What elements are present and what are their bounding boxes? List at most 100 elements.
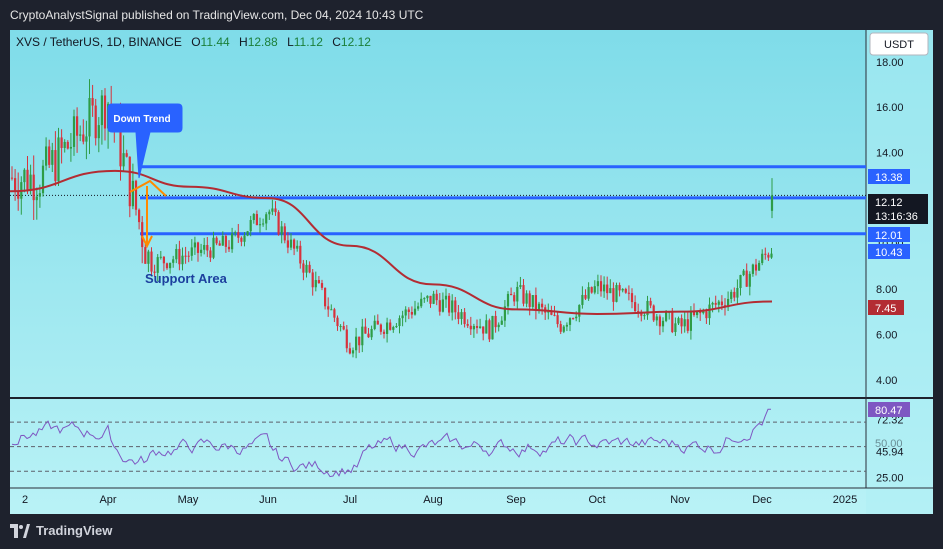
tradingview-brand[interactable]: TradingView (10, 523, 112, 538)
candle-body (196, 242, 200, 253)
candle-body (82, 134, 85, 142)
candle-body (286, 240, 289, 248)
candle-body (85, 136, 88, 142)
candle-body (187, 255, 190, 257)
candle-body (534, 295, 537, 311)
candle-body (519, 285, 522, 287)
candle-body (572, 318, 575, 320)
candle-body (665, 312, 668, 321)
candle-body (745, 270, 748, 287)
candle-body (423, 298, 426, 300)
candle-body (454, 300, 457, 313)
candle-body (680, 318, 683, 327)
candle-body (175, 248, 178, 260)
price-chart[interactable]: 18.0016.0014.0012.0010.008.006.004.00 72… (0, 0, 943, 549)
candle-body (714, 302, 717, 305)
candle-body (606, 284, 609, 294)
candle-body (324, 287, 327, 307)
candle-body (246, 231, 249, 236)
candle-body (497, 324, 500, 328)
svg-text:XVS / TetherUS, 1D, BINANCE: XVS / TetherUS, 1D, BINANCE O11.44 H12.8… (16, 35, 371, 49)
candle-body (689, 311, 692, 331)
candle-body (252, 214, 255, 221)
candle-body (677, 318, 680, 324)
candle-body (717, 301, 720, 305)
open-label: O (191, 35, 200, 49)
x-tick-label: Sep (506, 494, 526, 506)
svg-text:12.01: 12.01 (875, 230, 903, 242)
candle-body (417, 306, 420, 309)
support-area-label: Support Area (145, 271, 228, 286)
candle-body (165, 263, 169, 269)
bar-countdown: 13:16:36 (875, 211, 918, 223)
x-tick-label: 2 (22, 494, 28, 506)
candle-body (559, 324, 562, 332)
candle-body (311, 272, 314, 288)
candle-body (522, 285, 525, 304)
candle-body (708, 304, 711, 319)
candle-body (491, 315, 494, 340)
candle-body (761, 253, 764, 263)
candle-body (751, 264, 754, 274)
candle-body (206, 245, 209, 251)
candle-body (283, 226, 286, 241)
badge-moving-average: 7.45 (868, 300, 904, 315)
low-value: 11.12 (294, 35, 323, 49)
open-value: 11.44 (201, 35, 230, 49)
candle-body (88, 98, 91, 137)
candle-body (314, 280, 317, 288)
candle-body (767, 254, 770, 258)
candle-body (413, 308, 417, 315)
candle-body (568, 318, 572, 325)
badge-level-low: 10.43 (868, 244, 910, 259)
candle-body (72, 116, 76, 147)
candle-body (249, 220, 252, 232)
candle-body (494, 315, 497, 328)
candle-body (565, 324, 568, 327)
candle-body (144, 247, 147, 264)
candle-body (451, 300, 454, 313)
candle-body (556, 315, 559, 325)
candle-body (575, 316, 578, 319)
candle-body (302, 263, 305, 273)
candle-body (305, 264, 308, 273)
last-candle-body (770, 195, 774, 211)
candle-body (420, 298, 423, 307)
candle-body (345, 329, 348, 349)
symbol-legend: XVS / TetherUS, 1D, BINANCE O11.44 H12.8… (16, 35, 371, 49)
candle-body (435, 293, 438, 301)
candle-body (258, 224, 262, 226)
candle-body (702, 311, 705, 314)
candle-body (94, 105, 97, 139)
candle-body (531, 295, 534, 307)
x-tick-label: Jun (259, 494, 277, 506)
candle-body (66, 141, 69, 149)
candle-body (578, 304, 581, 317)
candle-body (45, 146, 48, 166)
candle-body (643, 315, 646, 317)
svg-text:7.45: 7.45 (875, 303, 896, 315)
candle-body (379, 324, 382, 332)
brand-label: TradingView (36, 523, 113, 538)
candle-body (169, 262, 172, 269)
candle-body (596, 281, 599, 287)
currency-button[interactable]: USDT (869, 32, 929, 56)
candle-body (131, 180, 134, 207)
currency-button-label: USDT (884, 39, 914, 51)
candle-body (54, 150, 57, 182)
candle-body (389, 322, 392, 330)
candle-body (410, 312, 413, 315)
candle-body (562, 326, 565, 332)
candle-body (382, 331, 386, 334)
candle-body (103, 95, 107, 129)
candle-body (243, 235, 246, 242)
candle-body (711, 302, 714, 305)
candle-body (506, 293, 510, 307)
candle-body (367, 333, 370, 338)
candle-body (683, 319, 686, 327)
candle-body (593, 286, 596, 293)
badge-rsi-hidden: 50.00 (875, 438, 903, 450)
candle-body (26, 169, 29, 191)
high-label: H (239, 35, 248, 49)
candle-body (739, 275, 742, 288)
